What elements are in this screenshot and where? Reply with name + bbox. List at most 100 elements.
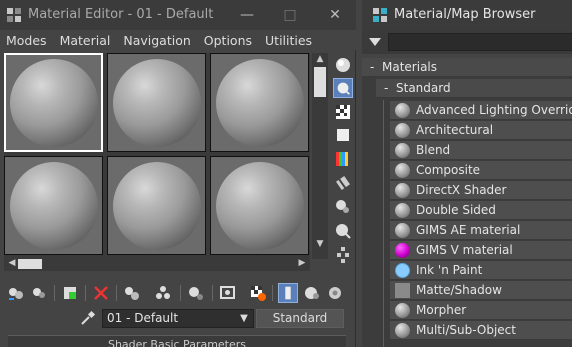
material-swatch-icon xyxy=(395,323,410,338)
menu-material[interactable]: Material xyxy=(54,33,118,48)
slots-vertical-scrollbar[interactable]: ▲ ▼ xyxy=(312,53,328,259)
material-sphere xyxy=(10,162,98,250)
group-label: Materials xyxy=(382,60,438,74)
select-by-material-icon[interactable] xyxy=(333,221,353,241)
bottom-toolbar xyxy=(0,281,356,305)
menu-bar: Modes Material Navigation Options Utilit… xyxy=(0,30,356,50)
put-to-library-icon[interactable] xyxy=(153,283,173,303)
chevron-down-icon[interactable]: ▼ xyxy=(237,310,251,327)
material-sphere xyxy=(113,59,201,147)
filter-icon[interactable] xyxy=(368,35,382,49)
show-end-result-icon[interactable] xyxy=(248,283,268,303)
go-forward-to-sibling-icon[interactable] xyxy=(302,283,322,303)
group-materials[interactable]: - Materials xyxy=(362,58,572,77)
get-material-icon[interactable] xyxy=(6,283,26,303)
menu-utilities[interactable]: Utilities xyxy=(259,33,319,48)
material-swatch-icon xyxy=(395,223,410,238)
material-swatch-icon xyxy=(395,303,410,318)
backlight-icon[interactable] xyxy=(333,78,353,98)
tree-line xyxy=(383,100,384,347)
list-item[interactable]: Multi/Sub-Object xyxy=(390,321,572,340)
list-item[interactable]: Matte/Shadow xyxy=(390,281,572,300)
browser-title: Material/Map Browser xyxy=(394,7,536,22)
video-color-check-icon[interactable] xyxy=(333,149,353,169)
material-swatch-icon xyxy=(395,263,410,278)
list-item[interactable]: Blend xyxy=(390,141,572,160)
list-item[interactable]: Morpher xyxy=(390,301,572,320)
material-swatch-icon xyxy=(395,103,410,118)
sample-slot[interactable] xyxy=(210,156,309,255)
collapse-icon[interactable]: - xyxy=(370,60,374,74)
background-icon[interactable] xyxy=(333,102,353,122)
material-editor-window: Material Editor - 01 - Default — □ ✕ Mod… xyxy=(0,0,356,347)
menu-options[interactable]: Options xyxy=(198,33,259,48)
show-shaded-in-viewport-icon[interactable] xyxy=(218,283,238,303)
material-swatch-icon xyxy=(395,163,410,178)
window-title: Material Editor - 01 - Default xyxy=(28,7,214,22)
material-sphere xyxy=(10,59,98,147)
browser-titlebar[interactable]: Material/Map Browser xyxy=(362,0,572,30)
list-item[interactable]: Advanced Lighting Override xyxy=(390,101,572,120)
browser-app-icon xyxy=(373,8,387,22)
browser-search-input[interactable] xyxy=(388,33,572,51)
material-name-field[interactable]: 01 - Default ▼ xyxy=(102,309,254,328)
list-item[interactable]: Ink 'n Paint xyxy=(390,261,572,280)
slots-horizontal-scrollbar[interactable]: ◀ ▶ xyxy=(4,257,310,271)
sample-slot[interactable] xyxy=(210,53,309,152)
assign-to-selection-icon[interactable] xyxy=(60,283,80,303)
sample-slot[interactable] xyxy=(4,156,103,255)
minimize-button[interactable]: — xyxy=(236,4,258,26)
close-button[interactable]: ✕ xyxy=(324,4,346,26)
list-item[interactable]: Double Sided xyxy=(390,201,572,220)
list-item[interactable]: DirectX Shader xyxy=(390,181,572,200)
maximize-button[interactable]: □ xyxy=(279,4,301,26)
subgroup-standard[interactable]: - Standard xyxy=(376,79,572,98)
material-swatch-icon xyxy=(395,183,410,198)
menu-modes[interactable]: Modes xyxy=(0,33,54,48)
make-unique-icon[interactable] xyxy=(122,283,142,303)
scroll-down-icon[interactable]: ▼ xyxy=(312,238,328,251)
horizontal-scroll-thumb[interactable] xyxy=(18,259,42,269)
reset-map-icon[interactable] xyxy=(91,283,111,303)
sample-type-icon[interactable] xyxy=(333,55,353,75)
sample-uv-tiling-icon[interactable] xyxy=(333,125,353,145)
browser-search-bar xyxy=(362,30,572,54)
material-swatch-icon xyxy=(395,123,410,138)
list-item[interactable]: Architectural xyxy=(390,121,572,140)
options-icon[interactable] xyxy=(333,197,353,217)
screen: Material Editor - 01 - Default — □ ✕ Mod… xyxy=(0,0,572,347)
put-to-scene-icon[interactable] xyxy=(29,283,49,303)
sample-slot[interactable] xyxy=(107,53,206,152)
material-name-value: 01 - Default xyxy=(107,311,179,325)
sample-slot[interactable] xyxy=(107,156,206,255)
side-toolbar xyxy=(330,53,356,273)
list-item[interactable]: GIMS V material xyxy=(390,241,572,260)
collapse-icon[interactable]: - xyxy=(384,81,388,95)
scroll-up-icon[interactable]: ▲ xyxy=(312,53,328,66)
browser-list: - Materials - Standard Advanced Lighting… xyxy=(362,58,572,347)
material-sphere xyxy=(216,162,304,250)
list-item[interactable]: GIMS AE material xyxy=(390,221,572,240)
material-swatch-icon xyxy=(395,243,410,258)
material-swatch-icon xyxy=(395,143,410,158)
shader-basic-parameters-rollout[interactable]: Shader Basic Parameters xyxy=(8,335,346,347)
menu-navigation[interactable]: Navigation xyxy=(117,33,197,48)
go-to-sibling-icon[interactable] xyxy=(326,283,346,303)
material-swatch-icon xyxy=(395,283,410,298)
sample-slot[interactable] xyxy=(4,53,103,152)
material-editor-app-icon xyxy=(7,8,21,22)
eyedropper-icon[interactable] xyxy=(80,310,96,326)
material-sphere xyxy=(216,59,304,147)
material-type-button[interactable]: Standard xyxy=(256,309,344,328)
vertical-scroll-thumb[interactable] xyxy=(314,67,326,97)
sample-slots-grid xyxy=(4,53,310,259)
scroll-right-icon[interactable]: ▶ xyxy=(294,257,310,270)
material-id-channel-icon[interactable] xyxy=(186,283,206,303)
material-editor-titlebar[interactable]: Material Editor - 01 - Default — □ ✕ xyxy=(0,0,356,30)
material-map-navigator-icon[interactable] xyxy=(333,245,353,265)
subgroup-label: Standard xyxy=(396,81,451,95)
material-sphere xyxy=(113,162,201,250)
list-item[interactable]: Composite xyxy=(390,161,572,180)
go-to-parent-icon[interactable] xyxy=(278,283,298,303)
make-preview-icon[interactable] xyxy=(333,173,353,193)
